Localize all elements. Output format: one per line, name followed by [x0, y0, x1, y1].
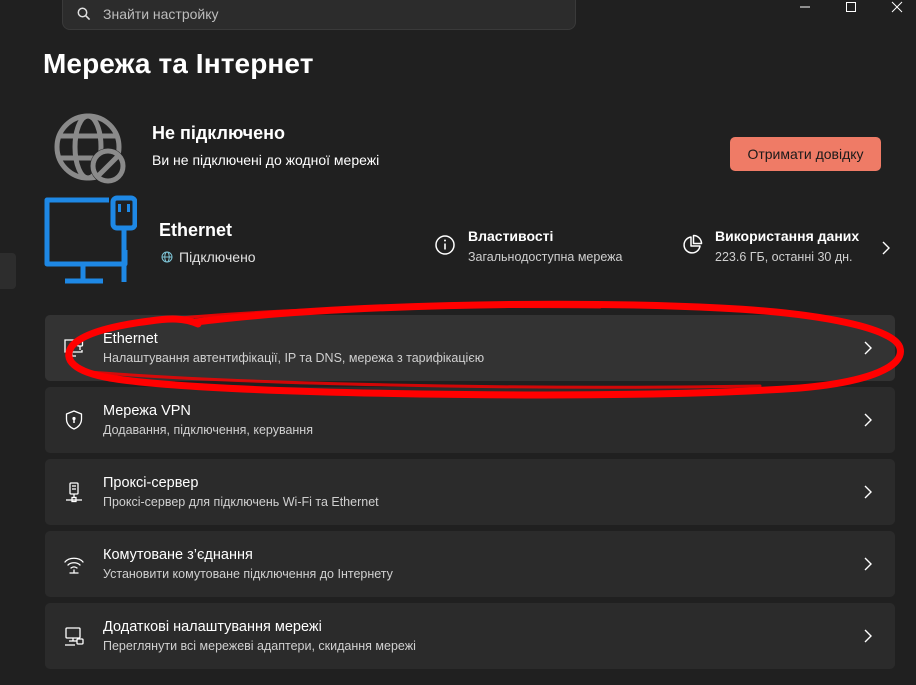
- chevron-right-icon: [858, 482, 878, 502]
- minimize-icon: [800, 6, 810, 8]
- search-input[interactable]: Знайти настройку: [103, 6, 219, 22]
- chevron-right-icon: [858, 554, 878, 574]
- globe-small-icon: [161, 251, 173, 263]
- proxy-icon: [62, 480, 86, 504]
- chevron-right-icon: [882, 241, 890, 255]
- item-title: Додаткові налаштування мережі: [103, 619, 322, 635]
- ethernet-name: Ethernet: [159, 220, 233, 240]
- minimize-button[interactable]: [795, 0, 815, 14]
- settings-item-vpn[interactable]: Мережа VPN Додавання, підключення, керув…: [45, 387, 895, 453]
- ethernet-status: Підключено: [161, 249, 256, 265]
- item-subtitle: Проксі-сервер для підключень Wi-Fi та Et…: [103, 495, 379, 509]
- properties-subtitle: Загальнодоступна мережа: [468, 250, 623, 264]
- item-title: Мережа VPN: [103, 403, 191, 419]
- info-icon: [435, 235, 455, 255]
- ethernet-monitor-icon: [44, 195, 137, 284]
- item-title: Комутоване з’єднання: [103, 547, 253, 563]
- pie-chart-icon: [683, 234, 703, 254]
- item-subtitle: Установити комутоване підключення до Інт…: [103, 567, 393, 581]
- data-usage-subtitle: 223.6 ГБ, останні 30 дн.: [715, 250, 853, 264]
- page-title: Мережа та Інтернет: [43, 48, 314, 79]
- search-icon: [77, 7, 91, 20]
- network-adapter-icon: [62, 624, 86, 648]
- ethernet-status-label: Підключено: [179, 249, 256, 265]
- chevron-right-icon: [858, 626, 878, 646]
- item-title: Проксі-сервер: [103, 475, 199, 491]
- search-box[interactable]: Знайти настройку: [62, 0, 576, 30]
- item-subtitle: Додавання, підключення, керування: [103, 423, 313, 437]
- ethernet-icon: [62, 336, 86, 360]
- maximize-icon: [846, 2, 856, 12]
- settings-item-dialup[interactable]: Комутоване з’єднання Установити комутова…: [45, 531, 895, 597]
- data-usage-title: Використання даних: [715, 228, 860, 244]
- item-subtitle: Налаштування автентифікації, IP та DNS, …: [103, 351, 485, 365]
- connection-status-title: Не підключено: [152, 123, 285, 143]
- maximize-button[interactable]: [841, 0, 861, 14]
- settings-item-proxy[interactable]: Проксі-сервер Проксі-сервер для підключе…: [45, 459, 895, 525]
- properties-title: Властивості: [468, 228, 554, 244]
- connection-status-subtitle: Ви не підключені до жодної мережі: [152, 152, 380, 168]
- close-icon: [891, 1, 903, 13]
- globe-disconnected-icon: [54, 113, 126, 184]
- settings-item-advanced-network[interactable]: Додаткові налаштування мережі Переглянут…: [45, 603, 895, 669]
- properties-link[interactable]: Властивості Загальнодоступна мережа: [434, 228, 622, 264]
- settings-item-ethernet[interactable]: Ethernet Налаштування автентифікації, IP…: [45, 315, 895, 381]
- get-help-button[interactable]: Отримати довідку: [730, 137, 881, 171]
- item-title: Ethernet: [103, 331, 158, 347]
- chevron-right-icon: [858, 410, 878, 430]
- close-button[interactable]: [887, 0, 907, 14]
- data-usage-link[interactable]: Використання даних 223.6 ГБ, останні 30 …: [681, 228, 891, 264]
- chevron-right-icon: [858, 338, 878, 358]
- vpn-shield-icon: [62, 408, 86, 432]
- dialup-icon: [62, 552, 86, 576]
- item-subtitle: Переглянути всі мережеві адаптери, скида…: [103, 639, 416, 653]
- sidebar-edge[interactable]: [0, 253, 16, 289]
